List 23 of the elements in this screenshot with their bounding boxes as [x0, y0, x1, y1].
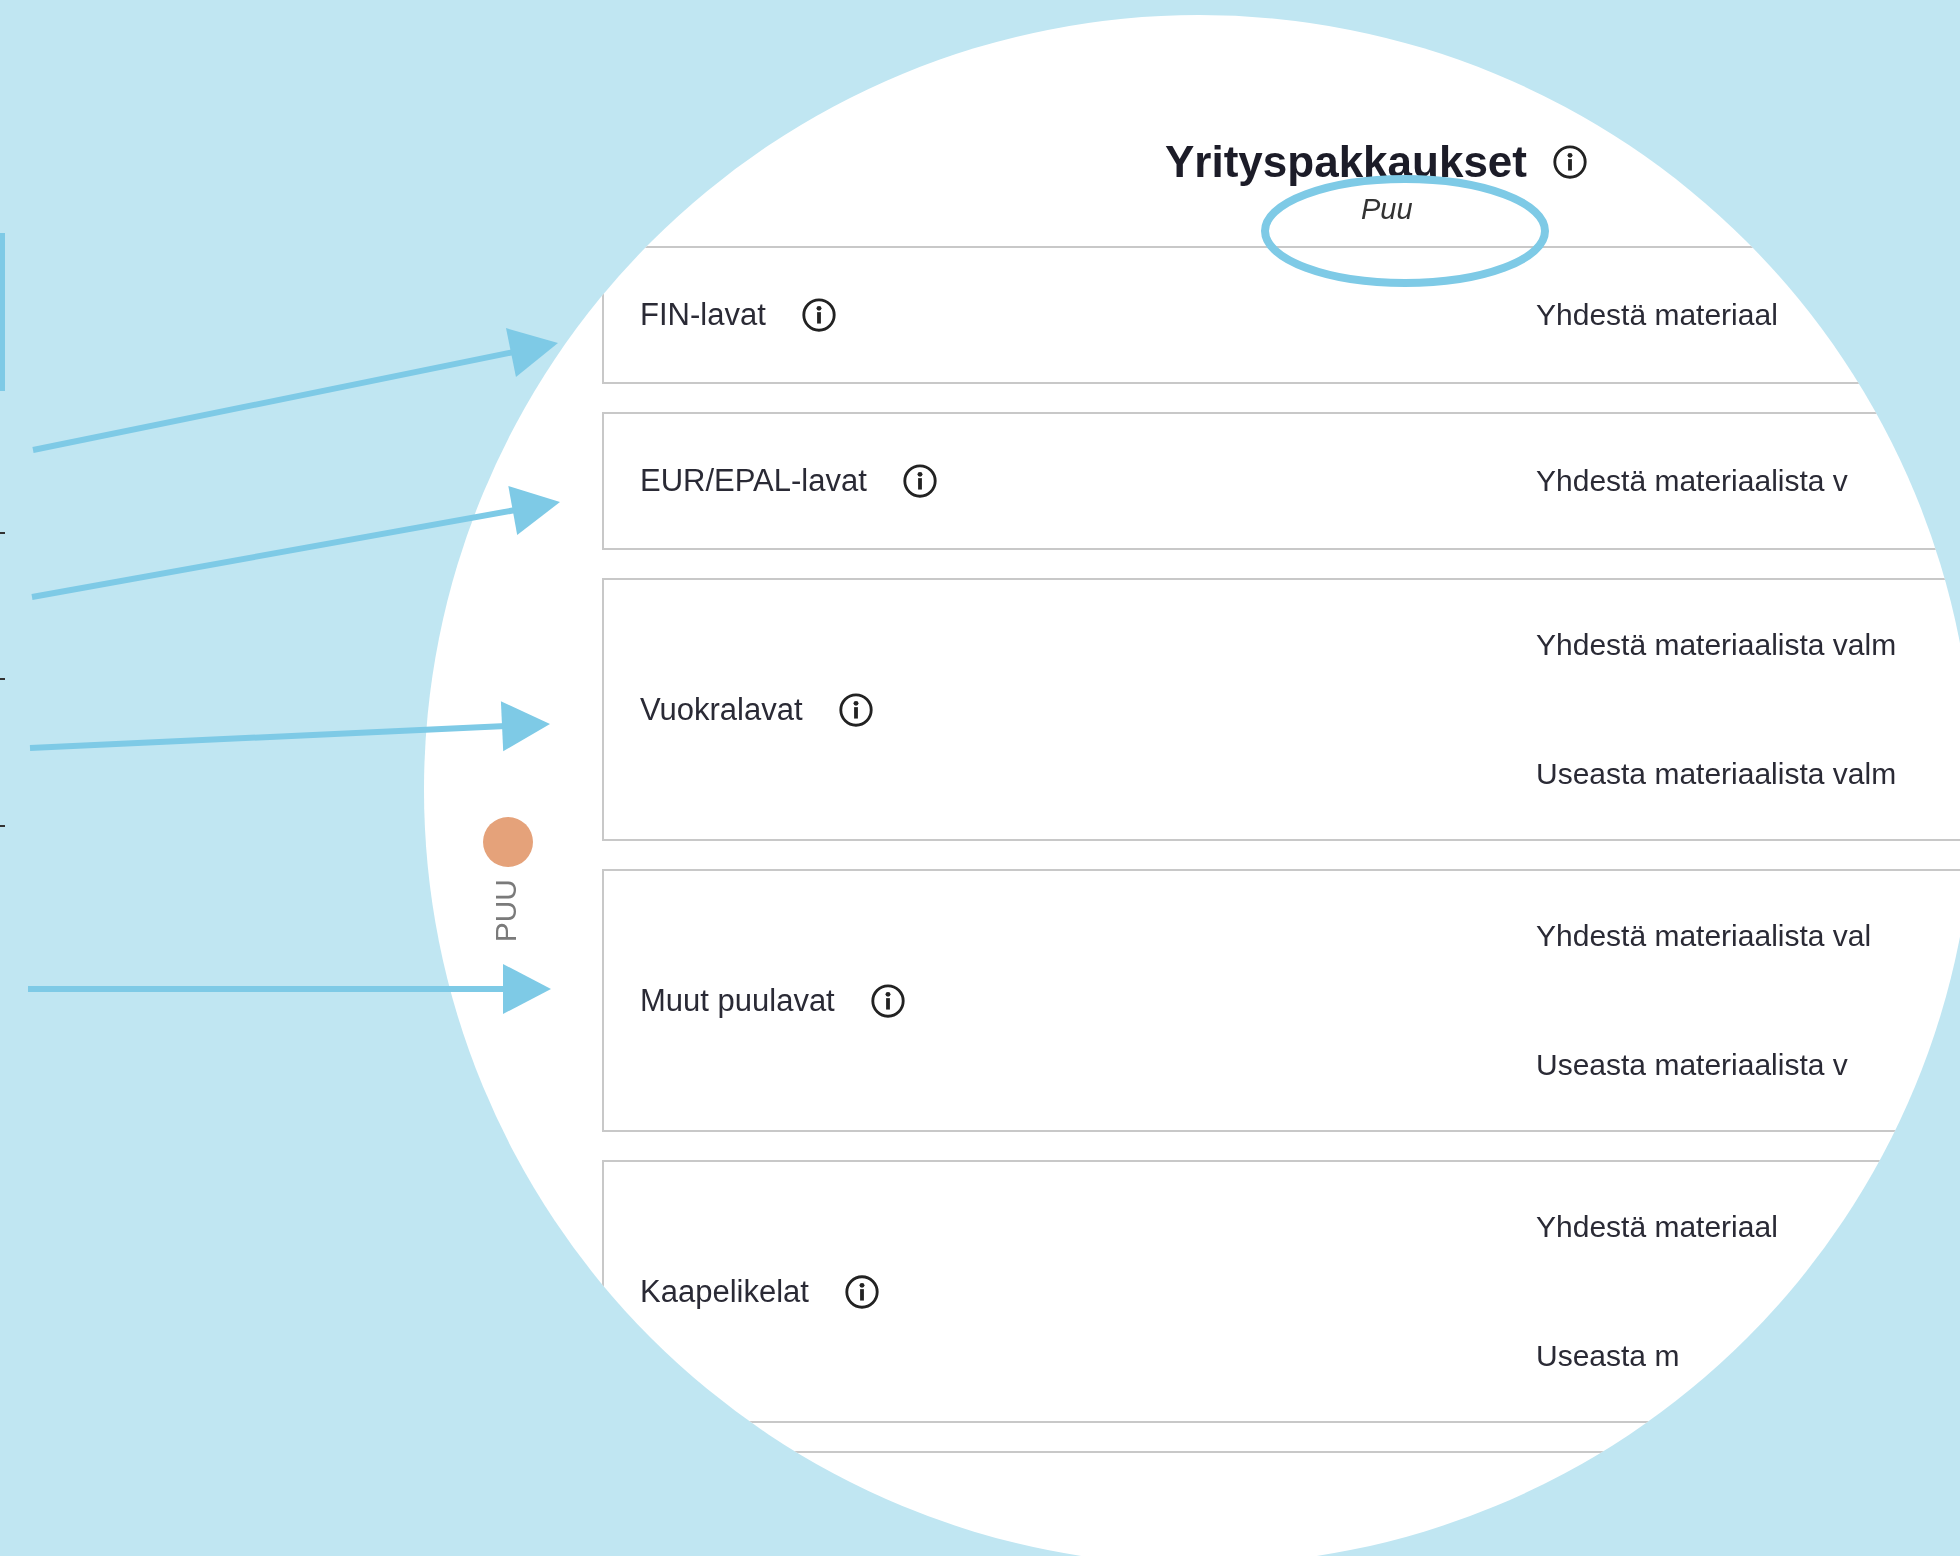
option-text: Yhdestä materiaalista v: [1536, 464, 1848, 498]
info-icon[interactable]: [799, 296, 838, 334]
section-subtitle: Puu: [1361, 193, 1414, 226]
option-text: Useasta m: [1536, 1339, 1681, 1374]
category-label: EUR/EPAL-lavat: [640, 463, 867, 499]
status-dot: [483, 817, 533, 867]
option-text: Useasta materiaalista valm: [1536, 757, 1897, 792]
info-icon[interactable]: [836, 690, 875, 729]
section-title: Yrityspakkaukset: [1165, 137, 1527, 187]
side-label: PUU: [489, 879, 523, 943]
category-label: FIN-lavat: [640, 297, 766, 333]
category-label: Kaapelikelat: [640, 1273, 809, 1310]
info-icon[interactable]: [842, 1272, 881, 1311]
category-label: Vuokralavat: [640, 691, 803, 728]
option-text: Yhdestä materiaal: [1536, 298, 1778, 332]
category-label: Muut puulavat: [640, 982, 835, 1019]
option-text: Yhdestä materiaalista val: [1536, 918, 1872, 953]
option-text: Yhdestä materiaalista valm: [1536, 627, 1897, 662]
info-icon[interactable]: [900, 462, 939, 500]
option-text: Useasta materiaalista v: [1536, 1048, 1849, 1083]
info-icon[interactable]: [868, 981, 907, 1020]
info-icon[interactable]: [1551, 143, 1589, 181]
option-text: Yhdestä materiaal: [1536, 1209, 1778, 1244]
